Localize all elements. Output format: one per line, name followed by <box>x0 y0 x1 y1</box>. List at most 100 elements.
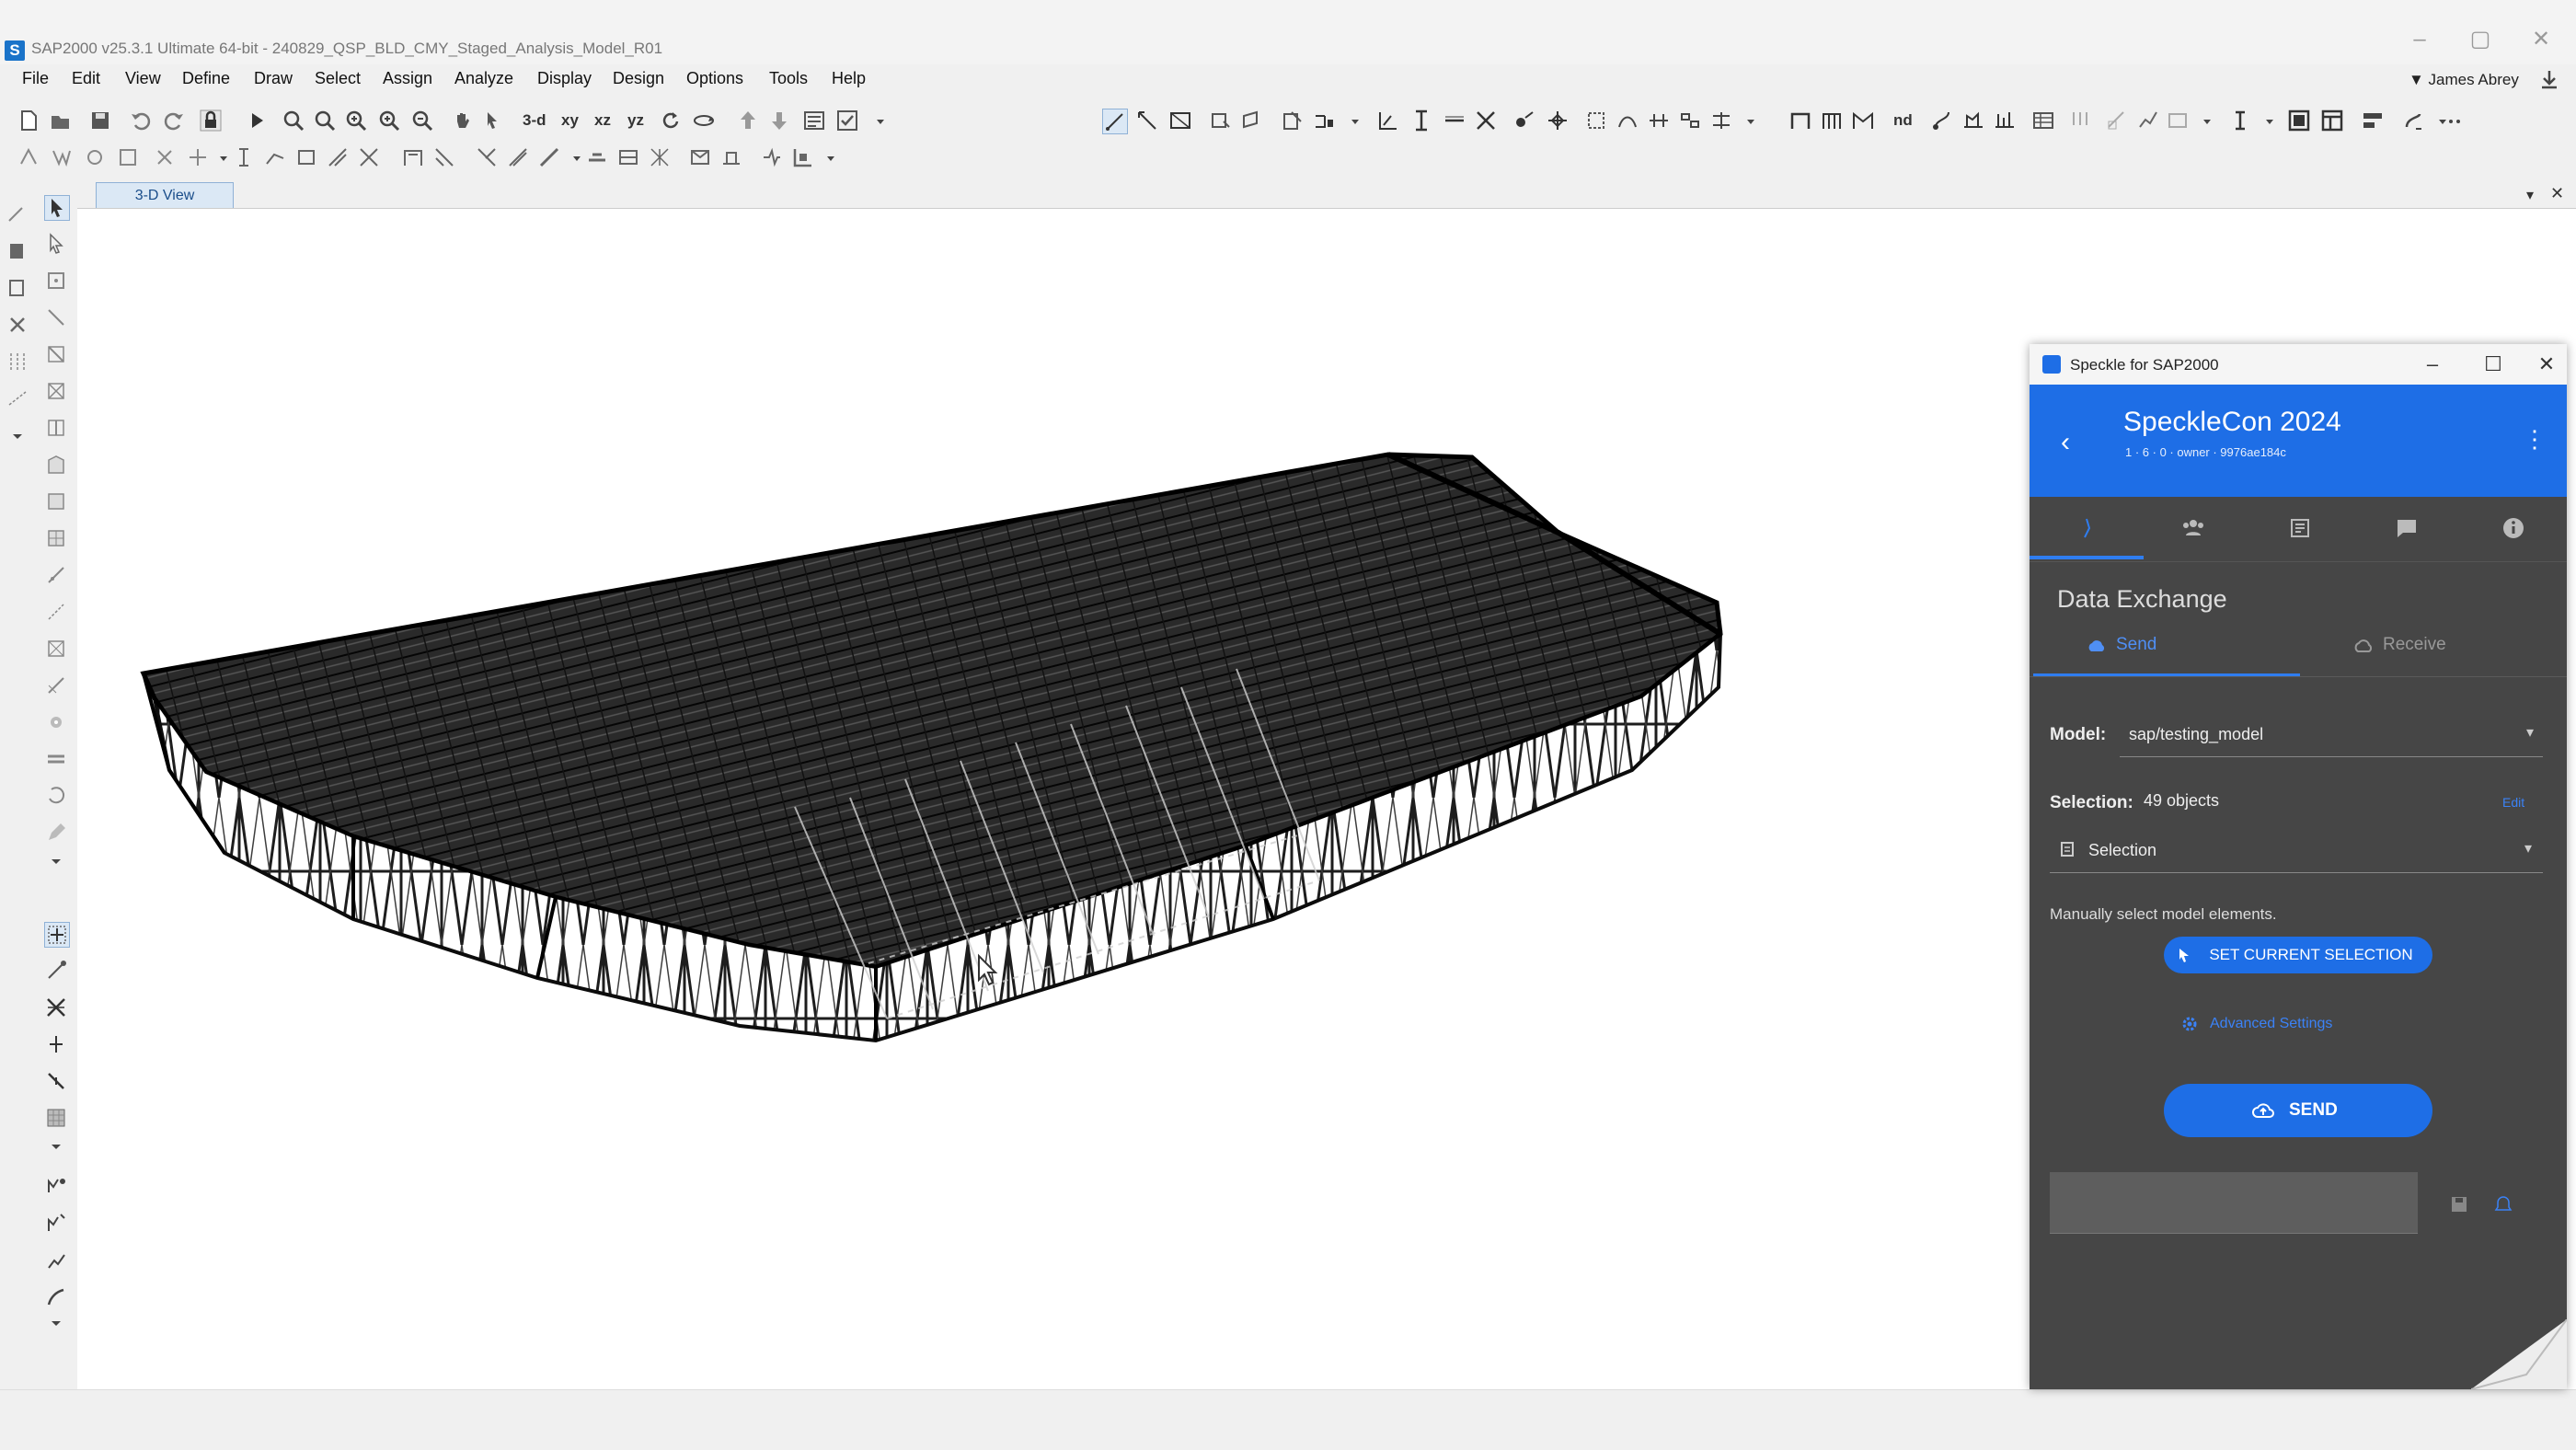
draw-rect-area-tool-icon[interactable] <box>44 489 68 513</box>
speckle-maximize-button[interactable]: ☐ <box>2473 350 2513 379</box>
assign-hinge-icon[interactable] <box>760 145 784 169</box>
save-icon[interactable] <box>88 109 112 132</box>
assign-joint-spring-icon[interactable] <box>50 145 74 169</box>
tab-info[interactable] <box>2460 497 2567 559</box>
open-icon[interactable] <box>48 109 72 132</box>
link-dropdown-icon[interactable] <box>2431 109 2446 132</box>
draw-frame-icon[interactable] <box>1135 109 1159 132</box>
draw-frame-quick-icon[interactable] <box>44 342 68 366</box>
snap-lines-icon[interactable] <box>1443 109 1466 132</box>
more-tools-icon[interactable] <box>2445 109 2467 132</box>
assign-area-mesh-icon[interactable] <box>506 145 530 169</box>
show-names-button[interactable]: nd <box>1893 111 1913 130</box>
text-cursor-icon[interactable] <box>2228 109 2252 132</box>
show-deformed-icon[interactable] <box>1961 109 1985 132</box>
assign-joint-restraint-icon[interactable] <box>17 145 40 169</box>
menu-edit[interactable]: Edit <box>72 69 100 88</box>
save-icon[interactable] <box>2449 1194 2469 1214</box>
select-more-dropdown-icon[interactable] <box>44 1310 68 1334</box>
rotate-3d-icon[interactable] <box>692 109 716 132</box>
minimize-button[interactable]: – <box>2401 26 2438 53</box>
reshape-tool-icon[interactable] <box>44 232 68 256</box>
assign-load-deform-icon[interactable] <box>357 145 381 169</box>
assign-panel-zone-icon[interactable] <box>791 145 815 169</box>
menu-view[interactable]: View <box>125 69 161 88</box>
maximize-button[interactable]: ▢ <box>2462 26 2499 53</box>
view-xy-button[interactable]: xy <box>561 111 579 130</box>
select-by-property-icon[interactable] <box>44 1211 68 1235</box>
section-designer-icon[interactable] <box>2361 109 2385 132</box>
view-yz-button[interactable]: yz <box>627 111 644 130</box>
redo-icon[interactable] <box>162 109 186 132</box>
menu-display[interactable]: Display <box>537 69 592 88</box>
replicate-icon[interactable] <box>1678 109 1702 132</box>
pan-icon[interactable] <box>451 109 475 132</box>
select-by-line-icon[interactable] <box>6 386 29 410</box>
subtab-receive[interactable]: Receive <box>2383 635 2446 655</box>
assign-more-dropdown-icon[interactable] <box>819 145 834 169</box>
draw-frame-tool-icon[interactable] <box>44 305 68 329</box>
assign-link-icon[interactable] <box>585 145 609 169</box>
snap-dropdown-icon[interactable] <box>1739 109 1754 132</box>
snap-midpoint-icon[interactable] <box>1546 109 1570 132</box>
close-button[interactable]: ✕ <box>2523 26 2559 53</box>
pointer-info-icon[interactable] <box>482 109 506 132</box>
snap-to-ends-icon[interactable] <box>44 959 68 983</box>
menu-define[interactable]: Define <box>182 69 230 88</box>
menu-draw[interactable]: Draw <box>254 69 293 88</box>
assign-frame-release-icon[interactable] <box>153 145 177 169</box>
show-forces-icon[interactable] <box>1930 109 1954 132</box>
select-by-section-icon[interactable] <box>44 1284 68 1308</box>
move-down-icon[interactable] <box>767 109 791 132</box>
select-dropdown-icon[interactable] <box>6 423 29 447</box>
show-plot-icon[interactable] <box>2166 109 2190 132</box>
snap-ends-icon[interactable] <box>1409 109 1433 132</box>
show-loads-icon[interactable] <box>2068 109 2092 132</box>
speckle-minimize-button[interactable]: – <box>2412 350 2453 379</box>
snap-to-perpendicular-icon[interactable] <box>44 1032 68 1056</box>
get-previous-selection-icon[interactable] <box>6 276 29 300</box>
pointer-tool-icon[interactable] <box>44 195 70 221</box>
new-model-icon[interactable] <box>17 109 40 132</box>
draw-link-tool-icon[interactable] <box>44 563 68 587</box>
select-all-icon[interactable] <box>6 239 29 263</box>
draw-dropdown-icon[interactable] <box>1343 109 1359 132</box>
more-options-icon[interactable]: ⋮ <box>2523 425 2547 454</box>
window-layout-icon[interactable] <box>2287 109 2311 132</box>
move-up-icon[interactable] <box>736 109 760 132</box>
draw-dimension-icon[interactable] <box>1312 109 1336 132</box>
draw-pencil-icon[interactable] <box>44 821 68 845</box>
draw-joint-icon[interactable] <box>44 269 68 293</box>
assign-area-section-icon[interactable] <box>401 145 425 169</box>
draw-rotate-icon[interactable] <box>44 784 68 808</box>
assign-load-point-icon[interactable] <box>232 145 256 169</box>
menu-file[interactable]: File <box>22 69 49 88</box>
assign-frame-offset-icon[interactable] <box>186 145 210 169</box>
display-dropdown-icon[interactable] <box>2195 109 2211 132</box>
menu-options[interactable]: Options <box>686 69 743 88</box>
assign-group-icon[interactable] <box>688 145 712 169</box>
view-dropdown-icon[interactable]: ▾ <box>2526 186 2534 204</box>
model-select[interactable]: sap/testing_model ▾ <box>2120 712 2543 757</box>
assign-area-stiffness-icon[interactable] <box>432 145 456 169</box>
assign-to-group-icon[interactable] <box>44 1174 68 1198</box>
zoom-out-icon[interactable] <box>410 109 434 132</box>
undo-selection-icon[interactable] <box>6 202 29 226</box>
display-options-icon[interactable] <box>802 109 826 132</box>
snap-to-intersect-icon[interactable] <box>44 995 68 1019</box>
clear-selection-icon[interactable] <box>6 313 29 337</box>
assign-load-strain-icon[interactable] <box>326 145 350 169</box>
menu-tools[interactable]: Tools <box>769 69 808 88</box>
snap-to-lines-icon[interactable] <box>44 1069 68 1093</box>
snap-cross-icon[interactable] <box>1647 109 1671 132</box>
zoom-restore-icon[interactable] <box>313 109 337 132</box>
assign-joint-mass-icon[interactable] <box>83 145 107 169</box>
set-current-selection-button[interactable]: SET CURRENT SELECTION <box>2164 937 2432 973</box>
snap-perpendicular-icon[interactable] <box>1512 109 1536 132</box>
draw-dropdown-side-icon[interactable] <box>44 848 68 872</box>
advanced-settings-link[interactable]: Advanced Settings <box>2210 1016 2332 1032</box>
link-icon[interactable] <box>2401 109 2425 132</box>
assign-dropdown-icon[interactable] <box>212 145 227 169</box>
draw-rect-area-icon[interactable] <box>1209 109 1233 132</box>
snap-grid-icon[interactable] <box>1584 109 1608 132</box>
